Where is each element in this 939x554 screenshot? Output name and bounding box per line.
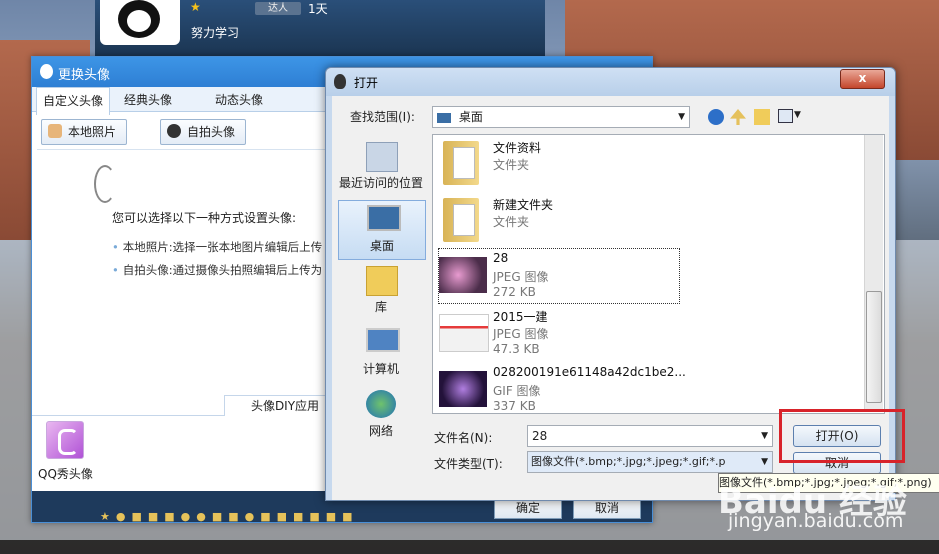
dialog-titlebar: 打开 <box>326 68 895 96</box>
tab-classic-avatar[interactable]: 经典头像 <box>124 91 172 108</box>
filetype-value: 图像文件(*.bmp;*.jpg;*.jpeg;*.gif;*.p <box>531 455 726 468</box>
days-count: 1天 <box>308 2 328 16</box>
status-badge: 达人 <box>255 2 301 15</box>
lookin-combo[interactable]: 桌面 ▼ <box>432 106 690 128</box>
highlight-box <box>779 409 905 463</box>
scrollbar-thumb[interactable] <box>866 291 882 403</box>
image-thumbnail-icon <box>439 314 489 352</box>
watermark-url: jingyan.baidu.com <box>728 510 904 532</box>
file-name: 文件资料 <box>493 141 542 155</box>
computer-icon <box>366 328 400 352</box>
hint-text: 您可以选择以下一种方式设置头像: <box>112 211 297 225</box>
selfie-label: 自拍头像 <box>187 125 236 139</box>
view-menu-icon[interactable] <box>778 109 793 123</box>
file-type: 文件夹 <box>493 158 530 172</box>
place-computer[interactable]: 计算机 <box>338 324 424 382</box>
place-library[interactable]: 库 <box>338 262 424 320</box>
lookin-value: 桌面 <box>458 110 483 124</box>
file-list[interactable]: 文件资料 文件夹 新建文件夹 文件夹 28 JPEG 图像 272 KB 201… <box>432 134 885 414</box>
place-network-label: 网络 <box>368 424 393 438</box>
chevron-down-icon: ▼ <box>678 112 685 122</box>
camera-icon <box>167 124 181 138</box>
chevron-down-icon[interactable]: ▼ <box>794 110 801 120</box>
file-type: GIF 图像 <box>493 384 541 398</box>
filetype-select[interactable]: 图像文件(*.bmp;*.jpg;*.jpeg;*.gif;*.p ▼ <box>527 451 773 473</box>
up-folder-icon[interactable] <box>730 109 746 125</box>
file-name: 28 <box>493 251 509 265</box>
list-item[interactable]: 新建文件夹 文件夹 <box>439 194 679 248</box>
image-thumbnail-icon <box>439 257 487 293</box>
filename-value: 28 <box>532 429 548 443</box>
bullet-selfie: • 自拍头像:通过摄像头拍照编辑后上传为 <box>112 263 323 277</box>
list-item[interactable]: 028200191e61148a42dc1be2... GIF 图像 337 K… <box>439 363 686 417</box>
file-size: 272 KB <box>493 285 536 299</box>
bullet-selfie-text: 自拍头像:通过摄像头拍照编辑后上传为 <box>122 263 323 277</box>
list-item[interactable]: 2015一建 JPEG 图像 47.3 KB <box>439 306 679 360</box>
chevron-down-icon: ▼ <box>761 431 768 441</box>
bullet-local-photo-text: 本地照片:选择一张本地图片编辑后上传 <box>122 240 323 254</box>
filename-input[interactable]: 28 ▼ <box>527 425 773 447</box>
qq-icon <box>334 74 346 89</box>
back-icon[interactable] <box>708 109 724 125</box>
desktop-icon <box>437 112 451 123</box>
penguin-icon <box>118 0 160 38</box>
filetype-label: 文件类型(T): <box>434 457 503 471</box>
list-item-selected[interactable]: 28 JPEG 图像 272 KB <box>438 248 680 304</box>
place-network[interactable]: 网络 <box>338 386 424 444</box>
places-bar: 最近访问的位置 桌面 库 计算机 网络 <box>334 134 430 438</box>
local-photo-button[interactable]: 本地照片 <box>41 119 128 145</box>
image-thumbnail-icon <box>439 371 487 407</box>
file-size: 47.3 KB <box>493 342 540 356</box>
file-name: 028200191e61148a42dc1be2... <box>493 365 686 379</box>
swirl-icon <box>94 165 116 203</box>
star-icon: ★ <box>190 0 201 14</box>
file-size: 337 KB <box>493 399 536 413</box>
place-recent[interactable]: 最近访问的位置 <box>338 138 424 196</box>
folder-icon <box>443 141 479 185</box>
dialog-title: 打开 <box>354 76 379 90</box>
place-computer-label: 计算机 <box>362 362 399 376</box>
new-folder-icon[interactable] <box>754 109 770 125</box>
bullet-local-photo: • 本地照片:选择一张本地图片编辑后上传 <box>112 240 323 254</box>
desktop-icon <box>367 205 401 231</box>
close-button[interactable]: x <box>840 69 885 89</box>
library-icon <box>366 266 398 296</box>
recent-places-icon <box>366 142 398 172</box>
chevron-down-icon: ▼ <box>761 452 768 472</box>
local-photo-label: 本地照片 <box>68 125 117 139</box>
filename-label: 文件名(N): <box>434 431 493 445</box>
place-desktop-label: 桌面 <box>369 239 394 253</box>
selfie-button[interactable]: 自拍头像 <box>160 119 247 145</box>
qq-status-icons: ★●■■■●●■■●■■■■■■ <box>100 510 359 523</box>
qqshow-icon[interactable] <box>46 421 84 459</box>
list-item[interactable]: 文件资料 文件夹 <box>439 137 679 191</box>
photo-icon <box>48 124 62 138</box>
place-library-label: 库 <box>374 300 387 314</box>
folder-icon <box>443 198 479 242</box>
file-name: 2015一建 <box>493 310 548 324</box>
file-type: JPEG 图像 <box>493 327 549 341</box>
place-recent-label: 最近访问的位置 <box>338 176 423 190</box>
tab-custom-avatar[interactable]: 自定义头像 <box>36 87 111 115</box>
lookin-label: 查找范围(I): <box>350 110 415 124</box>
mood-text[interactable]: 努力学习 <box>191 24 239 41</box>
avatar[interactable] <box>100 0 180 45</box>
qqshow-label: QQ秀头像 <box>38 467 93 481</box>
file-type: 文件夹 <box>493 215 530 229</box>
network-icon <box>366 390 396 418</box>
qq-icon <box>40 64 53 79</box>
file-name: 新建文件夹 <box>493 198 554 212</box>
tab-dynamic-avatar[interactable]: 动态头像 <box>215 91 263 108</box>
place-desktop[interactable]: 桌面 <box>338 200 426 260</box>
file-type: JPEG 图像 <box>493 270 549 284</box>
window-title: 更换头像 <box>58 68 111 83</box>
